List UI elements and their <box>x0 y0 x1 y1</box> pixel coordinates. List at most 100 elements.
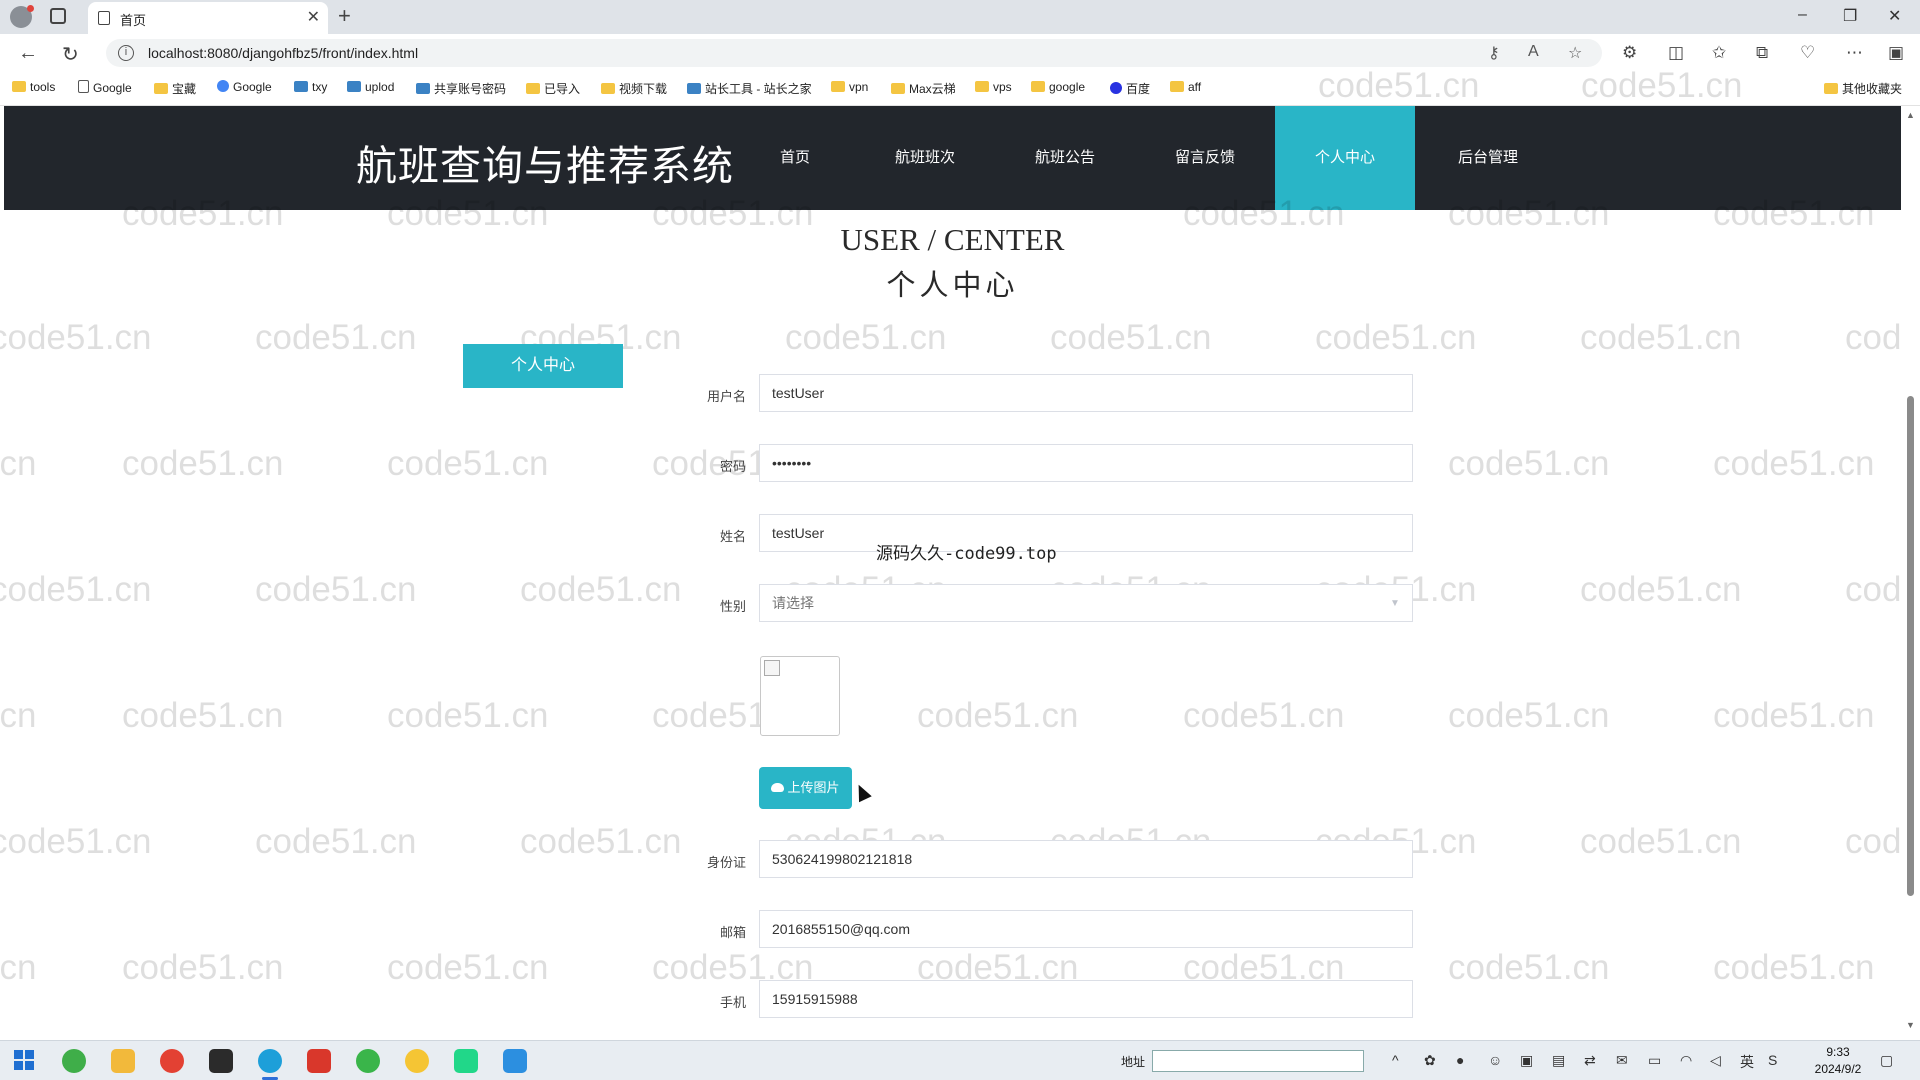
sogou-ime-icon[interactable]: S <box>1768 1052 1777 1068</box>
more-menu-icon[interactable]: ⋯ <box>1846 43 1863 63</box>
name-label: 姓名 <box>719 529 746 544</box>
tray-user-icon[interactable]: ☺ <box>1488 1052 1502 1068</box>
minimize-icon[interactable]: – <box>1798 6 1807 24</box>
show-hidden-icons-icon[interactable]: ^ <box>1392 1052 1399 1068</box>
tray-app-2-icon[interactable]: ▣ <box>1520 1052 1533 1069</box>
bookmark-imported[interactable]: 已导入 <box>526 80 580 97</box>
browser-tab-bar: 首页 ✕ + – ❐ ✕ <box>0 0 1920 34</box>
sidebar-item-user-center[interactable]: 个人中心 <box>463 344 623 388</box>
watermark: code51.cn <box>0 822 152 861</box>
tab-actions-icon[interactable] <box>50 8 66 24</box>
page-scrollbar[interactable]: ▲ ▼ <box>1902 106 1920 1036</box>
watermark: code51.cn <box>917 696 1079 735</box>
watermark: code51.cn <box>122 948 284 987</box>
bookmark-shared-accounts[interactable]: 共享账号密码 <box>416 80 506 97</box>
bookmark-google-2[interactable]: Google <box>217 80 272 94</box>
bookmark-max-ladder[interactable]: Max云梯 <box>891 80 956 97</box>
restore-icon[interactable]: ❐ <box>1843 6 1857 26</box>
bookmark-treasure[interactable]: 宝藏 <box>154 80 196 97</box>
read-aloud-icon[interactable]: A <box>1528 43 1539 61</box>
favorites-icon[interactable]: ✩ <box>1712 43 1726 63</box>
bookmark-aff[interactable]: aff <box>1170 80 1201 94</box>
bookmark-baidu[interactable]: 百度 <box>1110 80 1150 97</box>
wps-icon[interactable] <box>307 1049 331 1073</box>
nav-user-center[interactable]: 个人中心 <box>1275 106 1415 210</box>
key-icon[interactable]: ⚷ <box>1488 43 1500 63</box>
windows-start-icon[interactable] <box>14 1050 36 1072</box>
browser-essentials-icon[interactable]: ♡ <box>1800 43 1815 63</box>
edge-browser-icon[interactable] <box>258 1049 282 1080</box>
bookmark-vps[interactable]: vps <box>975 80 1012 94</box>
nav-feedback[interactable]: 留言反馈 <box>1157 106 1253 210</box>
gender-select[interactable] <box>759 584 1413 622</box>
broken-image-icon <box>764 660 780 676</box>
taskbar-clock[interactable]: 9:33 2024/9/2 <box>1808 1044 1868 1078</box>
watermark: code51.cn <box>0 948 37 987</box>
file-explorer-icon[interactable] <box>111 1049 135 1073</box>
tray-wechat-icon[interactable]: ✉ <box>1616 1052 1628 1069</box>
battery-icon[interactable]: ▭ <box>1648 1052 1661 1069</box>
bookmark-uplod[interactable]: uplod <box>347 80 394 94</box>
extensions-icon[interactable]: ⚙ <box>1622 43 1637 63</box>
remote-app-icon[interactable] <box>503 1049 527 1073</box>
browser-tab[interactable]: 首页 ✕ <box>88 2 328 34</box>
bookmark-tools[interactable]: tools <box>12 80 55 94</box>
email-input[interactable] <box>759 910 1413 948</box>
favorite-star-icon[interactable]: ☆ <box>1568 43 1582 63</box>
wifi-icon[interactable]: ◠ <box>1680 1052 1692 1069</box>
taskbar-address-input[interactable] <box>1152 1050 1364 1072</box>
profile-icon[interactable] <box>10 5 34 28</box>
bookmark-video-download[interactable]: 视频下载 <box>601 80 667 97</box>
close-window-icon[interactable]: ✕ <box>1888 6 1901 26</box>
scroll-up-icon[interactable]: ▲ <box>1906 110 1915 120</box>
refresh-icon[interactable]: ↻ <box>62 42 79 67</box>
bookmark-vpn[interactable]: vpn <box>831 80 868 94</box>
nav-announcements[interactable]: 航班公告 <box>1017 106 1113 210</box>
phone-input[interactable] <box>759 980 1413 1018</box>
back-icon[interactable]: ← <box>18 42 38 65</box>
tray-sync-icon[interactable]: ⇄ <box>1584 1052 1596 1069</box>
bookmarks-bar: tools Google 宝藏 Google txy uplod 共享账号密码 … <box>0 72 1920 106</box>
wechat-icon[interactable] <box>356 1049 380 1073</box>
watermark: code51.cn <box>387 948 549 987</box>
tray-app-icon[interactable]: ✿ <box>1424 1052 1436 1069</box>
watermark: code51.cn <box>1580 822 1742 861</box>
bookmark-other-favorites[interactable]: 其他收藏夹 <box>1824 80 1902 97</box>
nav-admin[interactable]: 后台管理 <box>1440 106 1536 210</box>
collections-icon[interactable]: ⧉ <box>1756 43 1768 63</box>
username-input[interactable] <box>759 374 1413 412</box>
bookmark-txy[interactable]: txy <box>294 80 327 94</box>
volume-muted-icon[interactable]: ◁ <box>1710 1052 1721 1069</box>
page-title-en: USER / CENTER <box>840 222 1065 257</box>
scroll-down-icon[interactable]: ▼ <box>1906 1020 1915 1030</box>
nav-flights[interactable]: 航班班次 <box>877 106 973 210</box>
bookmark-webmaster-tools[interactable]: 站长工具 - 站长之家 <box>687 80 812 97</box>
notifications-icon[interactable]: ▢ <box>1880 1052 1893 1069</box>
pycharm-icon[interactable] <box>454 1049 478 1073</box>
chrome-icon[interactable] <box>160 1049 184 1073</box>
input-method-label[interactable]: 英 <box>1740 1052 1754 1072</box>
qq-icon[interactable] <box>405 1049 429 1073</box>
scrollbar-thumb[interactable] <box>1907 396 1914 896</box>
watermark: code51.cn <box>255 570 417 609</box>
app-360-icon[interactable] <box>62 1049 86 1073</box>
close-tab-icon[interactable]: ✕ <box>307 7 320 27</box>
password-input[interactable] <box>759 444 1413 482</box>
sublime-text-icon[interactable] <box>209 1049 233 1073</box>
name-input[interactable] <box>759 514 1413 552</box>
bookmark-google-folder[interactable]: google <box>1031 80 1085 94</box>
site-info-icon[interactable]: i <box>118 45 134 61</box>
password-label: 密码 <box>719 459 746 474</box>
gender-label: 性别 <box>719 599 746 614</box>
microphone-icon[interactable]: ● <box>1456 1052 1464 1068</box>
bookmark-google[interactable]: Google <box>78 80 132 95</box>
url-field[interactable]: i localhost:8080/djangohfbz5/front/index… <box>106 39 1602 67</box>
id-card-input[interactable] <box>759 840 1413 878</box>
tray-app-3-icon[interactable]: ▤ <box>1552 1052 1565 1069</box>
split-screen-icon[interactable]: ◫ <box>1668 43 1684 63</box>
new-tab-icon[interactable]: + <box>338 3 351 29</box>
upload-image-button[interactable]: 上传图片 <box>759 767 852 809</box>
url-text[interactable]: localhost:8080/djangohfbz5/front/index.h… <box>148 45 418 61</box>
nav-home[interactable]: 首页 <box>749 106 841 210</box>
sidebar-toggle-icon[interactable]: ▣ <box>1888 43 1904 63</box>
